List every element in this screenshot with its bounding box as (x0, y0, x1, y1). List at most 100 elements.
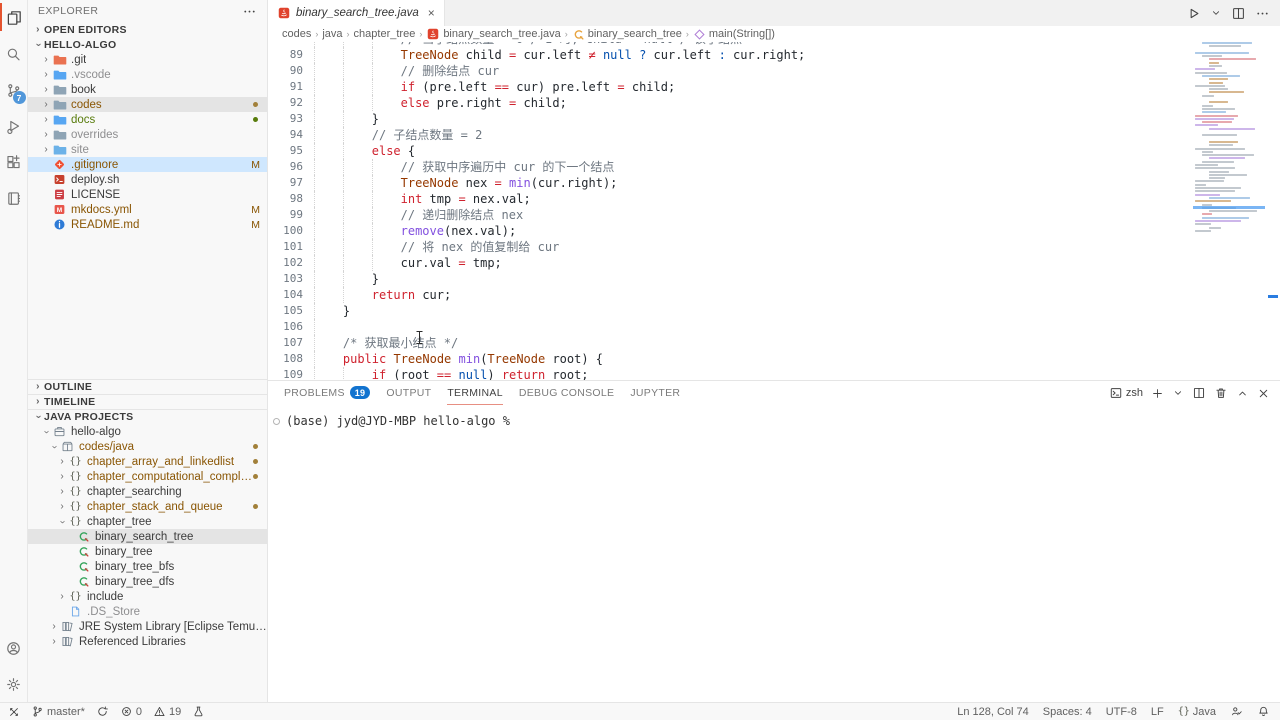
chevron-down-button[interactable] (1210, 7, 1222, 19)
code-editor[interactable]: 88// 当子结点数量 = 0 / 1 时, child = null / 该子… (268, 42, 1190, 380)
tree-item-binary-tree-bfs[interactable]: binary_tree_bfs (28, 559, 267, 574)
status-braces[interactable]: {}Java (1178, 706, 1216, 718)
minimap[interactable] (1193, 42, 1265, 237)
overview-ruler[interactable] (1266, 26, 1280, 380)
line-number: 90 (268, 63, 314, 79)
tree-item-vscode[interactable]: ›.vscode (28, 67, 267, 82)
tree-item-book[interactable]: ›book (28, 82, 267, 97)
activity-bar-item-notebook[interactable] (0, 180, 28, 216)
breadcrumb-label: java (322, 28, 342, 40)
tree-item-gitignore[interactable]: .gitignoreM (28, 157, 267, 172)
panel-tab-label: DEBUG CONSOLE (519, 387, 615, 399)
breadcrumb-item[interactable]: codes (282, 28, 311, 40)
panel-tab-jupyter[interactable]: JUPYTER (630, 381, 680, 405)
breadcrumb-item[interactable]: binary_search_tree.java (426, 27, 560, 41)
status-label: 0 (136, 706, 142, 718)
code-line-94: 94// 子结点数量 = 2 (268, 127, 1190, 143)
tree-item-docs[interactable]: ›docs (28, 112, 267, 127)
section-header-open-editors[interactable]: ›OPEN EDITORS (28, 22, 267, 37)
tab-close-icon[interactable]: × (428, 6, 435, 20)
breadcrumb-item[interactable]: chapter_tree (354, 28, 416, 40)
terminal-shell-picker[interactable]: zsh (1109, 386, 1143, 400)
activity-bar-item-run-debug[interactable] (0, 108, 28, 144)
chevron-down-button[interactable] (1172, 387, 1184, 399)
panel-tab-debug-console[interactable]: DEBUG CONSOLE (519, 381, 615, 405)
tree-item-readme-md[interactable]: README.mdM (28, 217, 267, 232)
line-number: 89 (268, 47, 314, 63)
folder-icon (53, 53, 67, 67)
tree-item-referenced-libraries[interactable]: ›Referenced Libraries (28, 634, 267, 649)
run-button[interactable] (1186, 6, 1201, 21)
item-label: book (71, 84, 96, 96)
java-status-icon (1230, 705, 1243, 718)
settings-gear-icon (5, 676, 22, 693)
split-button[interactable] (1192, 386, 1206, 400)
activity-bar-item-search[interactable] (0, 36, 28, 72)
breadcrumb-separator: › (686, 29, 689, 39)
explorer-file-tree: ›OPEN EDITORS›HELLO-ALGO›.git›.vscode›bo… (28, 22, 267, 232)
activity-bar-item-extensions[interactable] (0, 144, 28, 180)
tree-item-include[interactable]: ›{}include (28, 589, 267, 604)
tree-item-binary-tree-dfs[interactable]: binary_tree_dfs (28, 574, 267, 589)
activity-bar-item-settings-gear[interactable] (0, 666, 28, 702)
tree-item-chapter-stack-and-queue[interactable]: ›{}chapter_stack_and_queue (28, 499, 267, 514)
plus-button[interactable] (1151, 387, 1164, 400)
tree-item-jre-system-library-eclipse-temurin-17-17[interactable]: ›JRE System Library [Eclipse Temurin 17 … (28, 619, 267, 634)
ellipsis-button[interactable] (1255, 6, 1270, 21)
error-icon (120, 705, 133, 718)
activity-bar-item-source-control[interactable]: 7 (0, 72, 28, 108)
tree-item-license[interactable]: LICENSE (28, 187, 267, 202)
status-ln-128-col-74[interactable]: Ln 128, Col 74 (957, 706, 1029, 718)
status-lf[interactable]: LF (1151, 706, 1164, 718)
section-header-outline[interactable]: ›OUTLINE (28, 379, 267, 394)
panel-tab-terminal[interactable]: TERMINAL (447, 381, 503, 405)
status-error[interactable]: 0 (120, 705, 142, 718)
split-editor-button[interactable] (1231, 6, 1246, 21)
tree-item-ds-store[interactable]: .DS_Store (28, 604, 267, 619)
braces-icon: {} (69, 471, 81, 482)
activity-bar-item-files[interactable] (0, 0, 28, 36)
line-number: 97 (268, 175, 314, 191)
tree-item-binary-tree[interactable]: binary_tree (28, 544, 267, 559)
panel-tab-problems[interactable]: PROBLEMS19 (284, 381, 370, 405)
status-utf-8[interactable]: UTF-8 (1106, 706, 1137, 718)
chevron-up-button[interactable] (1236, 387, 1249, 400)
section-header-timeline[interactable]: ›TIMELINE (28, 394, 267, 409)
breadcrumb-item[interactable]: main(String[]) (693, 28, 775, 41)
status-java-status[interactable] (1230, 705, 1243, 718)
terminal[interactable]: (base) jyd@JYD-MBP hello-algo % (268, 405, 1280, 428)
status-warning[interactable]: 19 (153, 705, 181, 718)
tree-item-chapter-array-and-linkedlist[interactable]: ›{}chapter_array_and_linkedlist (28, 454, 267, 469)
trash-button[interactable] (1214, 386, 1228, 400)
tree-item-chapter-searching[interactable]: ›{}chapter_searching (28, 484, 267, 499)
status-beaker[interactable] (192, 705, 205, 718)
tree-item-hello-algo[interactable]: ›hello-algo (28, 424, 267, 439)
tree-item-git[interactable]: ›.git (28, 52, 267, 67)
breadcrumb-item[interactable]: java (322, 28, 342, 40)
panel-tab-output[interactable]: OUTPUT (386, 381, 431, 405)
tree-item-codes-java[interactable]: ›codes/java (28, 439, 267, 454)
terminal-command-decoration[interactable] (273, 418, 280, 425)
tree-item-chapter-tree[interactable]: ›{}chapter_tree (28, 514, 267, 529)
section-header-java-projects[interactable]: ›JAVA PROJECTS (28, 409, 267, 424)
breadcrumb-item[interactable]: binary_search_tree (572, 28, 682, 41)
tree-item-binary-search-tree[interactable]: binary_search_tree (28, 529, 267, 544)
status-git-branch[interactable]: master* (31, 705, 85, 718)
status-sync[interactable] (96, 705, 109, 718)
status-bell[interactable] (1257, 705, 1270, 718)
item-label: site (71, 144, 89, 156)
tree-item-deploy-sh[interactable]: deploy.sh (28, 172, 267, 187)
tree-item-chapter-computational-complexity[interactable]: ›{}chapter_computational_complexity (28, 469, 267, 484)
status-remote[interactable] (8, 706, 20, 718)
tree-item-codes[interactable]: ›codes (28, 97, 267, 112)
section-header-hello-algo[interactable]: ›HELLO-ALGO (28, 37, 267, 52)
tree-item-site[interactable]: ›site (28, 142, 267, 157)
item-label: codes/java (79, 441, 134, 453)
tree-item-mkdocs-yml[interactable]: Mmkdocs.ymlM (28, 202, 267, 217)
ellipsis-icon[interactable] (242, 4, 257, 19)
status-spaces-4[interactable]: Spaces: 4 (1043, 706, 1092, 718)
activity-bar-item-account[interactable] (0, 630, 28, 666)
tree-item-overrides[interactable]: ›overrides (28, 127, 267, 142)
close-button[interactable] (1257, 387, 1270, 400)
tab-binary-search-tree[interactable]: binary_search_tree.java × (268, 0, 445, 26)
